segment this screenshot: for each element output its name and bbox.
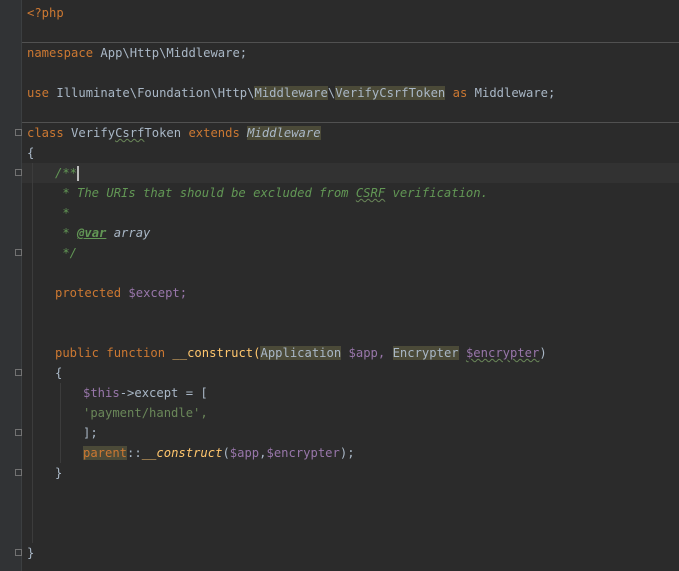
fold-marker[interactable] bbox=[15, 369, 22, 376]
class-name-part: Token bbox=[144, 126, 182, 140]
fold-marker[interactable] bbox=[15, 249, 22, 256]
except-property: $except; bbox=[128, 286, 188, 300]
code-line[interactable]: parent::__construct($app,$encrypter); bbox=[83, 443, 355, 463]
function-keyword: function bbox=[106, 346, 166, 360]
code-line[interactable]: * The URIs that should be excluded from … bbox=[55, 183, 488, 203]
use-class-name: VerifyCsrfToken bbox=[335, 86, 446, 100]
code-line[interactable]: class VerifyCsrfToken extends Middleware bbox=[27, 123, 321, 143]
php-open-tag: <?php bbox=[27, 6, 64, 20]
doc-comment-text: * bbox=[55, 226, 78, 240]
method-brace-close: } bbox=[55, 466, 63, 480]
code-line[interactable]: $this->except = [ bbox=[83, 383, 208, 403]
use-middleware-segment: Middleware bbox=[254, 86, 328, 100]
param-type-encrypter: Encrypter bbox=[392, 346, 459, 360]
fold-marker[interactable] bbox=[15, 469, 22, 476]
array-string-value: 'payment/handle', bbox=[83, 406, 208, 420]
code-line[interactable]: } bbox=[55, 463, 62, 483]
code-line[interactable]: use Illuminate\Foundation\Http\Middlewar… bbox=[27, 83, 555, 103]
arg-encrypter: $encrypter bbox=[266, 446, 340, 460]
static-call-operator: :: bbox=[127, 446, 142, 460]
args-open: ( bbox=[222, 446, 230, 460]
current-line-highlight bbox=[22, 163, 679, 183]
code-line[interactable]: } bbox=[27, 543, 34, 563]
paren-close: ) bbox=[539, 346, 547, 360]
param-app: $app, bbox=[348, 346, 386, 360]
doc-comment-text: * The URIs that should be excluded from bbox=[55, 186, 356, 200]
parent-class-name: Middleware bbox=[247, 126, 321, 140]
doc-comment-open: /** bbox=[55, 166, 78, 180]
code-line[interactable]: { bbox=[27, 143, 34, 163]
args-close: ); bbox=[339, 446, 355, 460]
fold-marker[interactable] bbox=[15, 549, 22, 556]
array-close: ]; bbox=[83, 426, 98, 440]
arg-app: $app bbox=[229, 446, 260, 460]
text-caret bbox=[77, 166, 80, 181]
class-name-part: Csrf bbox=[115, 126, 145, 140]
code-line[interactable]: <?php bbox=[27, 3, 64, 23]
code-line[interactable]: * bbox=[55, 203, 70, 223]
as-keyword: as bbox=[452, 86, 468, 100]
fold-marker[interactable] bbox=[15, 429, 22, 436]
use-keyword: use bbox=[27, 86, 50, 100]
doc-comment-csrf: CSRF bbox=[355, 186, 386, 200]
doc-var-tag: @var bbox=[77, 226, 107, 240]
doc-comment-text: verification. bbox=[385, 186, 488, 200]
code-editor[interactable]: <?php namespace App\Http\Middleware; use… bbox=[0, 0, 679, 571]
doc-var-type: array bbox=[106, 226, 151, 240]
namespace-keyword: namespace bbox=[27, 46, 94, 60]
code-line[interactable]: public function __construct(Application … bbox=[55, 343, 547, 363]
fold-marker[interactable] bbox=[15, 169, 22, 176]
indent-guide bbox=[60, 383, 61, 463]
class-keyword: class bbox=[27, 126, 64, 140]
parent-keyword: parent bbox=[83, 446, 128, 460]
doc-comment-text: * bbox=[55, 206, 70, 220]
code-line[interactable]: ]; bbox=[83, 423, 98, 443]
this-variable: $this bbox=[83, 386, 120, 400]
use-alias: Middleware; bbox=[474, 86, 556, 100]
fold-marker[interactable] bbox=[15, 129, 22, 136]
method-brace-open: { bbox=[55, 366, 63, 380]
namespace-name: App\Http\Middleware; bbox=[100, 46, 248, 60]
editor-gutter[interactable] bbox=[0, 0, 22, 571]
class-brace-open: { bbox=[27, 146, 35, 160]
param-type-application: Application bbox=[260, 346, 342, 360]
code-line[interactable]: { bbox=[55, 363, 62, 383]
code-line[interactable]: * @var array bbox=[55, 223, 150, 243]
use-path: Illuminate\Foundation\Http\ bbox=[56, 86, 255, 100]
construct-name: __construct( bbox=[172, 346, 261, 360]
param-encrypter: $encrypter bbox=[465, 346, 540, 360]
doc-comment-close: */ bbox=[55, 246, 78, 260]
code-line[interactable]: 'payment/handle', bbox=[83, 403, 208, 423]
code-line[interactable]: protected $except; bbox=[55, 283, 187, 303]
except-assignment: ->except = [ bbox=[119, 386, 208, 400]
indent-guide bbox=[32, 163, 33, 543]
class-name-part: Verify bbox=[71, 126, 116, 140]
class-brace-close: } bbox=[27, 546, 35, 560]
protected-keyword: protected bbox=[55, 286, 122, 300]
parent-construct-call: __construct bbox=[141, 446, 223, 460]
extends-keyword: extends bbox=[188, 126, 240, 140]
code-line[interactable]: namespace App\Http\Middleware; bbox=[27, 43, 247, 63]
public-keyword: public bbox=[55, 346, 100, 360]
code-line[interactable]: /** bbox=[55, 163, 80, 183]
code-line[interactable]: */ bbox=[55, 243, 77, 263]
